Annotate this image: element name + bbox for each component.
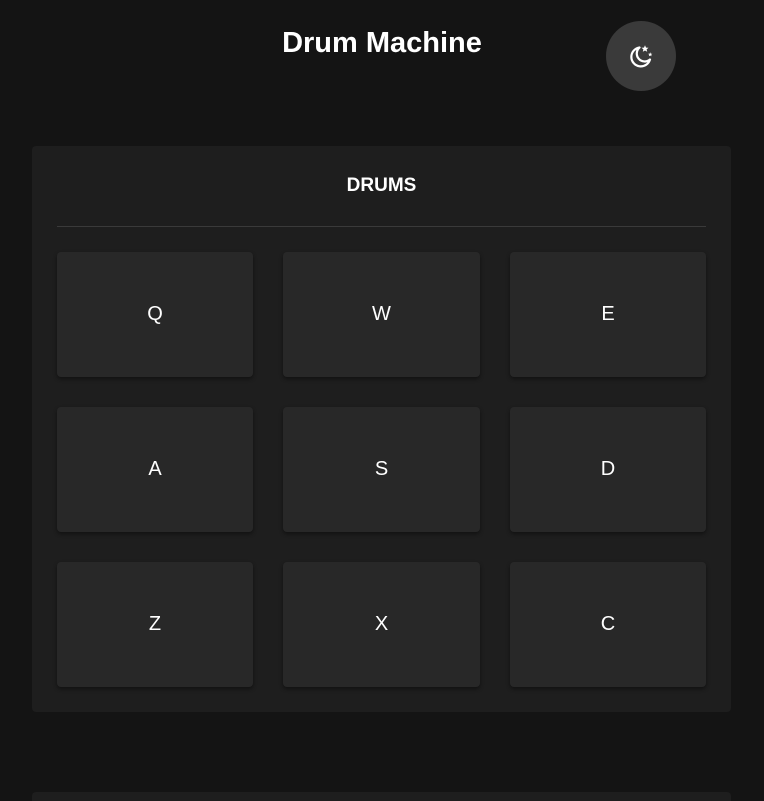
- drum-panel-title: DRUMS: [346, 175, 417, 196]
- secondary-panel: [32, 792, 731, 801]
- drum-pad-q[interactable]: Q: [57, 252, 253, 377]
- drum-pad-z[interactable]: Z: [57, 562, 253, 687]
- drum-pad-grid: Q W E A S D Z X C: [57, 252, 706, 687]
- moon-stars-icon: [627, 42, 655, 70]
- drum-pad-e[interactable]: E: [510, 252, 706, 377]
- theme-toggle-button[interactable]: [606, 21, 676, 91]
- divider: [57, 226, 706, 227]
- drum-pad-c[interactable]: C: [510, 562, 706, 687]
- drum-pad-x[interactable]: X: [283, 562, 480, 687]
- drum-pad-w[interactable]: W: [283, 252, 480, 377]
- drum-panel: DRUMS Q W E A S D Z X C: [32, 146, 731, 712]
- page: Drum Machine DRUMS Q W E A S D Z X C: [0, 0, 764, 801]
- drum-pad-a[interactable]: A: [57, 407, 253, 532]
- drum-pad-d[interactable]: D: [510, 407, 706, 532]
- drum-pad-s[interactable]: S: [283, 407, 480, 532]
